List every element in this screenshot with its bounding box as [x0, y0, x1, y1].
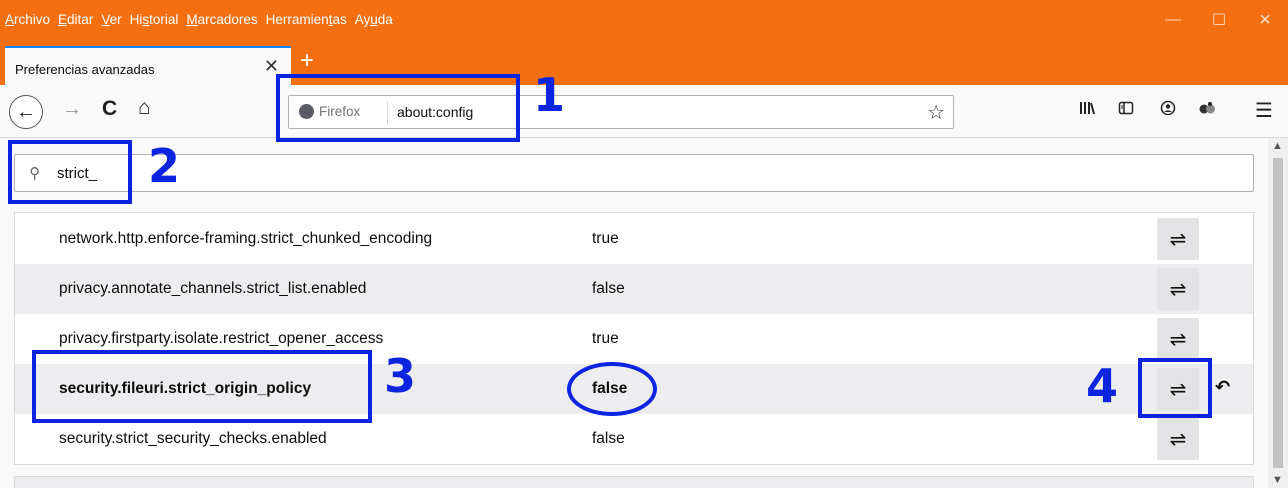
- scroll-down-icon[interactable]: ▼: [1272, 474, 1283, 486]
- annotation-ellipse: [567, 362, 657, 416]
- tab-title: Preferencias avanzadas: [15, 62, 155, 77]
- annotation-box-1: [276, 74, 520, 142]
- pref-name: privacy.annotate_channels.strict_list.en…: [59, 280, 367, 297]
- annotation-box-2: [8, 140, 132, 204]
- library-icon[interactable]: [1079, 100, 1095, 121]
- toggle-button[interactable]: ⇌: [1157, 268, 1199, 310]
- close-button[interactable]: ✕: [1242, 0, 1288, 40]
- home-icon[interactable]: ⌂: [138, 96, 151, 120]
- reset-icon[interactable]: ↶: [1215, 377, 1230, 398]
- annotation-number-2: 2: [148, 139, 181, 193]
- annotation-number-3: 3: [384, 349, 417, 403]
- search-input[interactable]: ⚲ strict_: [14, 154, 1254, 192]
- scroll-up-icon[interactable]: ▲: [1272, 140, 1283, 152]
- sidebar-icon[interactable]: [1118, 100, 1134, 121]
- menu-editar[interactable]: Editar: [58, 12, 93, 27]
- account-icon[interactable]: [1160, 100, 1176, 121]
- pref-value: true: [592, 330, 619, 347]
- minimize-button[interactable]: —: [1150, 0, 1196, 40]
- scrollbar[interactable]: ▲ ▼: [1268, 138, 1288, 488]
- pref-name: security.strict_security_checks.enabled: [59, 430, 327, 447]
- forward-icon[interactable]: →: [62, 98, 82, 121]
- pref-row: privacy.annotate_channels.strict_list.en…: [15, 264, 1253, 314]
- scrollbar-thumb[interactable]: [1273, 158, 1283, 468]
- annotation-box-3: [32, 350, 372, 423]
- toggle-button[interactable]: ⇌: [1157, 318, 1199, 360]
- menu-ayuda[interactable]: Ayuda: [355, 12, 393, 27]
- menu-marcadores[interactable]: Marcadores: [186, 12, 257, 27]
- bookmark-star-icon[interactable]: ☆: [927, 100, 945, 125]
- preferences-table: network.http.enforce-framing.strict_chun…: [14, 212, 1254, 465]
- toggle-button[interactable]: ⇌: [1157, 418, 1199, 460]
- menu-historial[interactable]: Historial: [130, 12, 179, 27]
- window-controls: — ☐ ✕: [1150, 0, 1288, 40]
- annotation-number-4: 4: [1086, 359, 1119, 413]
- new-tab-button[interactable]: +: [300, 47, 314, 75]
- hamburger-menu-icon[interactable]: ☰: [1255, 98, 1273, 123]
- menu-ver[interactable]: Ver: [101, 12, 121, 27]
- pref-name: privacy.firstparty.isolate.restrict_open…: [59, 330, 384, 347]
- menu-bar: Archivo Editar Ver Historial Marcadores …: [5, 12, 401, 27]
- firefox-window: Archivo Editar Ver Historial Marcadores …: [0, 0, 1288, 488]
- annotation-box-4: [1138, 358, 1212, 418]
- reload-icon[interactable]: C: [102, 97, 117, 121]
- navigation-toolbar: ← → C ⌂ Firefox about:config ☆ ☰: [0, 86, 1288, 138]
- pref-value: false: [592, 430, 625, 447]
- back-icon[interactable]: ←: [9, 95, 43, 129]
- menu-herramientas[interactable]: Herramientas: [266, 12, 347, 27]
- maximize-button[interactable]: ☐: [1196, 0, 1242, 40]
- toggle-button[interactable]: ⇌: [1157, 218, 1199, 260]
- new-pref-row: [14, 476, 1254, 488]
- pref-value: true: [592, 230, 619, 247]
- pref-name: network.http.enforce-framing.strict_chun…: [59, 230, 433, 247]
- extension-icon[interactable]: [1198, 100, 1216, 121]
- pref-row: network.http.enforce-framing.strict_chun…: [15, 214, 1253, 264]
- tab-preferencias-avanzadas[interactable]: Preferencias avanzadas ✕: [5, 46, 291, 86]
- title-bar: Archivo Editar Ver Historial Marcadores …: [0, 0, 1288, 86]
- annotation-number-1: 1: [533, 68, 566, 122]
- menu-archivo[interactable]: Archivo: [5, 12, 50, 27]
- pref-value: false: [592, 280, 625, 297]
